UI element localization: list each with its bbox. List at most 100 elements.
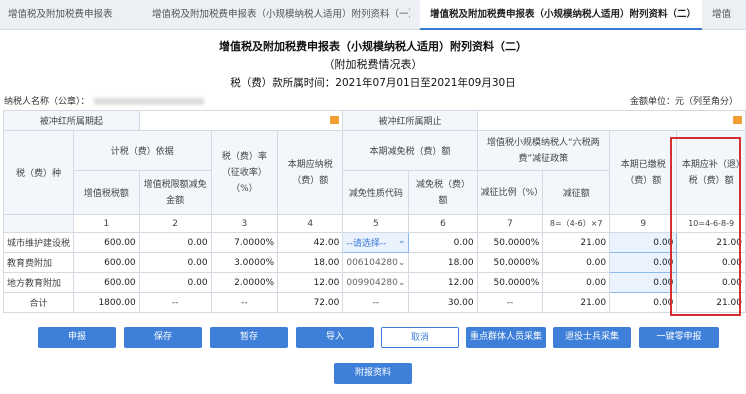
tab-more[interactable]: 增值 bbox=[712, 0, 746, 30]
table-row: 城市维护建设税 600.00 0.00 7.0000% 42.00 --请选择-… bbox=[2, 232, 746, 253]
tab-appendix-1[interactable]: 增值税及附加税费申报表（小规模纳税人适用）附列资料（一） bbox=[152, 0, 410, 30]
paid-input[interactable]: 0.00 bbox=[609, 272, 678, 293]
taxpayer-name: 纳税人名称（公章）： bbox=[4, 94, 204, 107]
unit-label: 金额单位：元（列至角分） bbox=[629, 97, 738, 107]
col-relief-code: 减免性质代码 bbox=[342, 170, 410, 215]
vat-amount: 600.00 bbox=[73, 272, 140, 293]
refund-column-highlight bbox=[670, 137, 741, 316]
table-row: 地方教育附加 600.00 0.00 2.0000% 12.00 0099042… bbox=[2, 272, 746, 293]
cancel-button[interactable]: 取消 bbox=[381, 327, 459, 348]
total-payable: 72.00 bbox=[277, 292, 344, 313]
payable: 18.00 bbox=[277, 252, 344, 273]
reduce-amount: 0.00 bbox=[542, 272, 611, 293]
taxpayer-name-redacted bbox=[93, 98, 204, 105]
table-row: 教育费附加 600.00 0.00 3.0000% 18.00 00610428… bbox=[2, 252, 746, 273]
col-vat-exempt: 增值税限额减免金额 bbox=[138, 170, 212, 215]
total-rate: -- bbox=[210, 292, 279, 313]
total-ratio: -- bbox=[476, 292, 544, 313]
total-relief: 30.00 bbox=[408, 292, 478, 313]
col-number: 7 bbox=[476, 214, 544, 233]
col-number: 9 bbox=[609, 214, 678, 233]
vat-exempt: 0.00 bbox=[138, 232, 212, 253]
payable: 12.00 bbox=[277, 272, 344, 293]
calendar-icon[interactable] bbox=[733, 116, 742, 124]
col-vat-amount: 增值税税额 bbox=[73, 170, 140, 215]
calendar-icon[interactable] bbox=[330, 116, 340, 124]
col-number: 6 bbox=[408, 214, 478, 233]
relief-amount: 0.00 bbox=[408, 232, 478, 253]
relief-code-value: 009904280 bbox=[346, 277, 398, 288]
offset-end-label: 被冲红所属期止 bbox=[342, 110, 478, 131]
relief-code-select[interactable]: 009904280 ⌄ bbox=[342, 272, 410, 293]
reduce-amount: 0.00 bbox=[542, 252, 611, 273]
total-label: 合计 bbox=[2, 292, 75, 313]
temp-save-button[interactable]: 暂存 bbox=[210, 327, 288, 348]
tab-main-return[interactable]: 增值税及附加税费申报表 bbox=[8, 0, 138, 30]
col-number: 5 bbox=[342, 214, 410, 233]
taxpayer-label: 纳税人名称（公章）： bbox=[4, 97, 90, 107]
col-paid: 本期已缴税（费）额 bbox=[609, 130, 678, 215]
total-reduce: 21.00 bbox=[542, 292, 611, 313]
tax-rate: 2.0000% bbox=[210, 272, 279, 293]
relief-code-value: --请选择-- bbox=[346, 239, 387, 249]
group-six-tax: 增值税小规模纳税人“六税两费”减征政策 bbox=[476, 130, 611, 171]
save-button[interactable]: 保存 bbox=[124, 327, 202, 348]
offset-end-date[interactable] bbox=[476, 110, 746, 131]
tax-rate: 3.0000% bbox=[210, 252, 279, 273]
declare-button[interactable]: 申报 bbox=[38, 327, 116, 348]
key-group-collect-button[interactable]: 重点群体人员采集 bbox=[466, 327, 546, 348]
col-reduce-ratio: 减征比例（%） bbox=[476, 170, 544, 215]
vat-amount: 600.00 bbox=[73, 232, 140, 253]
reduce-ratio: 50.0000% bbox=[476, 232, 544, 253]
offset-start-date[interactable] bbox=[138, 110, 344, 131]
chevron-down-icon: ⌄ bbox=[397, 277, 406, 288]
chevron-down-icon: ⌄ bbox=[397, 236, 406, 246]
total-exempt: -- bbox=[138, 292, 212, 313]
relief-amount: 12.00 bbox=[408, 272, 478, 293]
column-number-row: 1 2 3 4 5 6 7 8=（4-6）×7 9 10=4-6-8-9 bbox=[2, 214, 746, 233]
relief-code-value: 006104280 bbox=[346, 257, 398, 268]
col-number: 8=（4-6）×7 bbox=[542, 214, 611, 233]
col-payable: 本期应纳税（费）额 bbox=[277, 130, 344, 215]
vat-exempt: 0.00 bbox=[138, 252, 212, 273]
relief-code-select[interactable]: --请选择-- ⌄ bbox=[342, 232, 410, 253]
col-relief-amount: 减免税（费）额 bbox=[408, 170, 478, 215]
col-number: 1 bbox=[73, 214, 140, 233]
relief-code-select[interactable]: 006104280 ⌄ bbox=[342, 252, 410, 273]
total-code: -- bbox=[342, 292, 410, 313]
relief-amount: 18.00 bbox=[408, 252, 478, 273]
attachment-button[interactable]: 附报资料 bbox=[334, 363, 412, 384]
col-number: 3 bbox=[210, 214, 279, 233]
paid-input[interactable]: 0.00 bbox=[609, 252, 678, 273]
col-tax-type: 税（费）种 bbox=[2, 130, 75, 215]
tax-type-name: 教育费附加 bbox=[2, 252, 75, 273]
col-reduce-amount: 减征额 bbox=[542, 170, 611, 215]
col-rate: 税（费）率（征收率）（%） bbox=[210, 130, 279, 215]
paid-input[interactable]: 0.00 bbox=[609, 232, 678, 253]
tax-type-name: 地方教育附加 bbox=[2, 272, 75, 293]
col-number: 2 bbox=[138, 214, 212, 233]
tax-rate: 7.0000% bbox=[210, 232, 279, 253]
tab-appendix-2[interactable]: 增值税及附加税费申报表（小规模纳税人适用）附列资料（二） bbox=[420, 0, 702, 30]
form-subtitle: （附加税费情况表） bbox=[323, 58, 423, 71]
total-vat: 1800.00 bbox=[73, 292, 140, 313]
tax-type-name: 城市维护建设税 bbox=[2, 232, 75, 253]
col-number: 4 bbox=[277, 214, 344, 233]
tax-period: 税（费）款所属时间：2021年07月01日至2021年09月30日 bbox=[230, 77, 516, 89]
surcharge-table: 被冲红所属期起 被冲红所属期止 税（费）种 计税（费）依据 税（费）率（征收率）… bbox=[2, 110, 746, 313]
vat-amount: 600.00 bbox=[73, 252, 140, 273]
zero-declare-button[interactable]: 一键零申报 bbox=[639, 327, 719, 348]
reduce-amount: 21.00 bbox=[542, 232, 611, 253]
payable: 42.00 bbox=[277, 232, 344, 253]
total-paid: 0.00 bbox=[609, 292, 678, 313]
import-button[interactable]: 导入 bbox=[296, 327, 374, 348]
reduce-ratio: 50.0000% bbox=[476, 272, 544, 293]
total-row: 合计 1800.00 -- -- 72.00 -- 30.00 -- 21.00… bbox=[2, 292, 746, 313]
group-relief: 本期减免税（费）额 bbox=[342, 130, 478, 171]
reduce-ratio: 50.0000% bbox=[476, 252, 544, 273]
form-title: 增值税及附加税费申报表（小规模纳税人适用）附列资料（二） bbox=[219, 40, 527, 53]
tab-bar: 增值税及附加税费申报表 增值税及附加税费申报表（小规模纳税人适用）附列资料（一）… bbox=[0, 0, 746, 30]
chevron-down-icon: ⌄ bbox=[397, 257, 406, 268]
veteran-collect-button[interactable]: 退役士兵采集 bbox=[553, 327, 631, 348]
offset-start-label: 被冲红所属期起 bbox=[3, 110, 140, 131]
